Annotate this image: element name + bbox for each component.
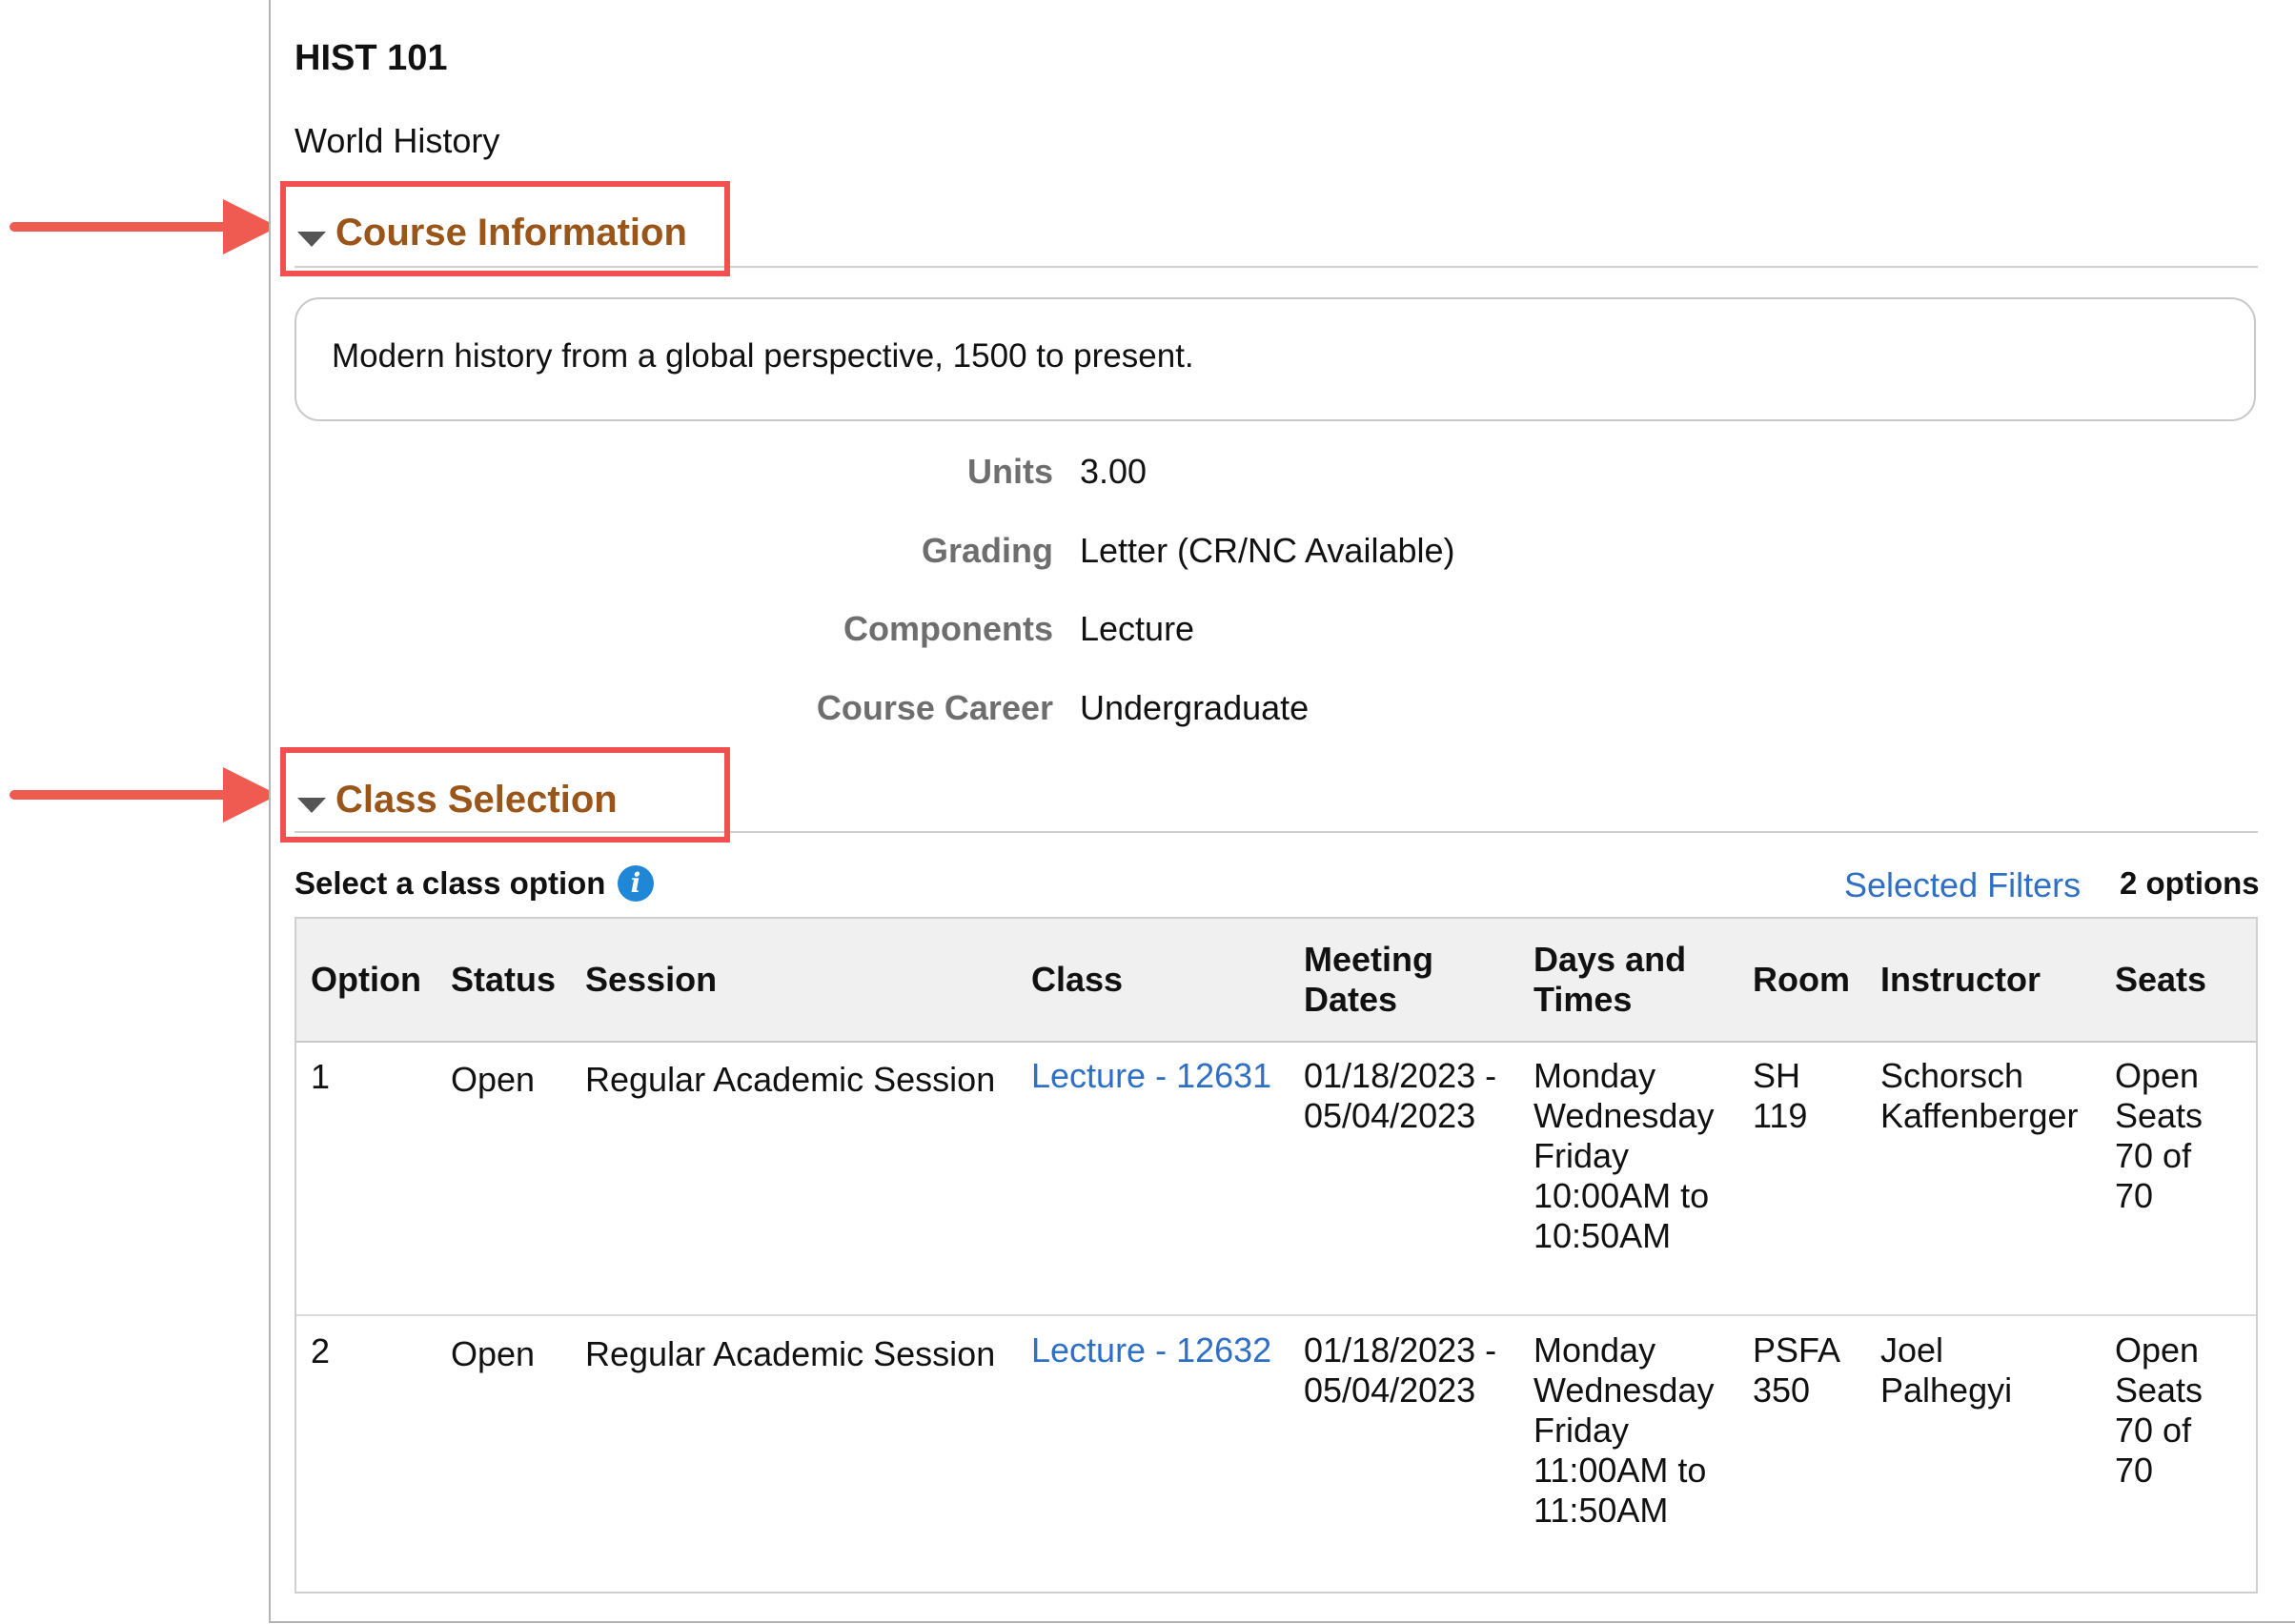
col-header-meeting-dates: Meeting Dates [1304,940,1434,1019]
callout-arrow-line-1 [10,222,231,232]
row-divider [296,1314,2256,1316]
col-header-class: Class [1031,960,1124,999]
course-career-label: Course Career [816,688,1053,727]
course-code: HIST 101 [294,38,448,78]
col-header-option: Option [311,960,421,999]
callout-box-course-information [280,181,730,276]
row-1-seats: Open Seats 70 of 70 [2115,1056,2204,1215]
col-header-session: Session [585,960,718,999]
row-1-meeting-dates: 01/18/2023 - 05/04/2023 [1304,1056,1497,1135]
col-header-instructor: Instructor [1880,960,2041,999]
grading-label: Grading [921,531,1053,570]
row-2-room: PSFA 350 [1753,1330,1841,1410]
course-description: Modern history from a global perspective… [332,337,1194,375]
units-value: 3.00 [1080,452,1148,491]
course-title: World History [294,121,500,160]
col-header-seats: Seats [2115,960,2207,999]
grading-value: Letter (CR/NC Available) [1080,531,1455,570]
components-value: Lecture [1080,609,1195,648]
row-2-seats: Open Seats 70 of 70 [2115,1330,2204,1490]
units-label: Units [967,452,1053,491]
row-1-room: SH 119 [1753,1056,1808,1135]
row-1-instructor: Schorsch Kaffenberger [1880,1056,2079,1135]
col-header-room: Room [1753,960,1850,999]
select-class-option-label: Select a class option [294,865,606,901]
row-1-class-link[interactable]: Lecture - 12631 [1031,1056,1271,1096]
row-1-days-times: Monday Wednesday Friday 10:00AM to 10:50… [1533,1056,1715,1255]
components-label: Components [843,609,1053,648]
callout-arrow-line-2 [10,790,231,800]
course-career-value: Undergraduate [1080,688,1310,727]
col-header-status: Status [451,960,557,999]
info-icon[interactable]: i [618,865,654,902]
row-1-status: Open [451,1060,536,1099]
row-2-option: 2 [311,1331,331,1370]
row-2-session: Regular Academic Session [585,1334,996,1373]
row-1-option: 1 [311,1057,331,1096]
selected-filters-link[interactable]: Selected Filters [1844,865,2081,905]
col-header-days-times: Days and Times [1533,940,1687,1019]
row-2-meeting-dates: 01/18/2023 - 05/04/2023 [1304,1330,1497,1410]
row-2-class-link[interactable]: Lecture - 12632 [1031,1330,1271,1370]
callout-box-class-selection [280,747,730,842]
row-2-status: Open [451,1334,536,1373]
row-1-session: Regular Academic Session [585,1060,996,1099]
row-2-instructor: Joel Palhegyi [1880,1330,2013,1410]
options-count: 2 options [2120,865,2260,901]
row-2-days-times: Monday Wednesday Friday 11:00AM to 11:50… [1533,1330,1715,1530]
